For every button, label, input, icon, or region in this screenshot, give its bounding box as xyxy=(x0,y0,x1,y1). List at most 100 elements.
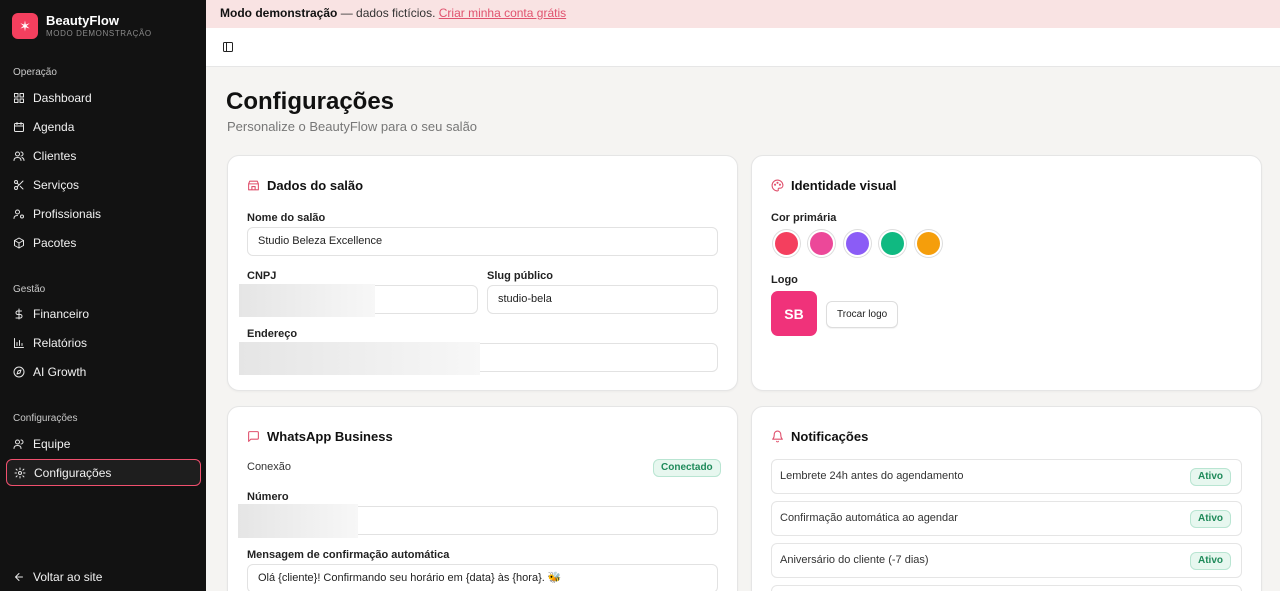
create-account-link[interactable]: Criar minha conta grátis xyxy=(439,6,566,20)
notification-label: Confirmação automática ao agendar xyxy=(780,512,958,524)
notification-status-badge[interactable]: Ativo xyxy=(1190,552,1231,570)
whatsapp-card-header: WhatsApp Business xyxy=(247,429,393,444)
notifications-card-header: Notificações xyxy=(771,429,868,444)
address-label: Endereço xyxy=(247,328,298,340)
salon-card: Dados do salão Nome do salão Studio Bele… xyxy=(227,155,738,391)
connection-label: Conexão xyxy=(247,461,292,473)
message-label: Mensagem de confirmação automática xyxy=(247,549,450,561)
app-name: BeautyFlow xyxy=(46,12,119,28)
brand[interactable]: ✶ BeautyFlow MODO DEMONSTRAÇÃO xyxy=(0,0,206,52)
notification-label: Lembrete 24h antes do agendamento xyxy=(780,470,964,482)
sidebar-item-profissionais[interactable]: Profissionais xyxy=(6,200,201,227)
banner-text: — dados fictícios. xyxy=(337,6,439,20)
sidebar-item-agenda[interactable]: Agenda xyxy=(6,113,201,140)
slug-input[interactable]: studio-bela xyxy=(487,285,718,314)
sidebar-item-configuracoes[interactable]: Configurações xyxy=(6,459,201,486)
compass-icon xyxy=(13,366,25,377)
notification-row[interactable]: Confirmação automática ao agendar Ativo xyxy=(771,501,1242,536)
users-icon xyxy=(13,439,24,449)
sidebar-item-label: Clientes xyxy=(33,148,77,163)
notification-row[interactable] xyxy=(771,585,1242,591)
sidebar-item-label: Equipe xyxy=(33,436,71,451)
salon-name-input[interactable]: Studio Beleza Excellence xyxy=(247,227,718,256)
palette-icon xyxy=(771,179,784,192)
visual-card-title: Identidade visual xyxy=(791,178,897,193)
slug-label: Slug público xyxy=(487,270,553,282)
cnpj-label: CNPJ xyxy=(247,270,277,282)
salon-logo: SB xyxy=(771,291,817,336)
color-swatch-purple[interactable] xyxy=(844,230,871,257)
notification-row[interactable]: Aniversário do cliente (-7 dias) Ativo xyxy=(771,543,1242,578)
salon-card-header: Dados do salão xyxy=(247,178,363,193)
notification-label: Aniversário do cliente (-7 dias) xyxy=(780,554,929,566)
color-swatch-orange[interactable] xyxy=(915,230,942,257)
sidebar-item-servicos[interactable]: Serviços xyxy=(6,171,201,198)
notification-status-badge[interactable]: Ativo xyxy=(1190,468,1231,486)
back-to-site-link[interactable]: Voltar ao site xyxy=(6,563,201,590)
color-swatch-pink[interactable] xyxy=(808,230,835,257)
bell-icon xyxy=(772,430,783,443)
sidebar-item-label: Agenda xyxy=(33,119,75,134)
sidebar-toggle-icon[interactable] xyxy=(222,41,234,53)
sidebar-item-label: Serviços xyxy=(33,177,80,192)
salon-name-label: Nome do salão xyxy=(247,212,326,224)
app-mode: MODO DEMONSTRAÇÃO xyxy=(46,28,152,38)
users-icon xyxy=(13,151,25,161)
banner-bold: Modo demonstração xyxy=(220,6,338,20)
back-label: Voltar ao site xyxy=(33,569,103,584)
message-icon xyxy=(248,431,259,442)
color-label: Cor primária xyxy=(771,212,837,224)
package-icon xyxy=(14,237,24,248)
store-icon xyxy=(248,180,259,191)
visual-card: Identidade visual Cor primária Logo SB T… xyxy=(751,155,1262,391)
sidebar-item-pacotes[interactable]: Pacotes xyxy=(6,229,201,256)
color-swatch-green[interactable] xyxy=(879,230,906,257)
topbar xyxy=(206,28,1280,67)
salon-card-title: Dados do salão xyxy=(267,178,364,193)
sidebar-item-relatorios[interactable]: Relatórios xyxy=(6,329,201,356)
arrow-left-icon xyxy=(15,572,23,581)
bar-chart-icon xyxy=(14,337,24,348)
sidebar-item-financeiro[interactable]: Financeiro xyxy=(6,300,201,327)
notification-row[interactable]: Lembrete 24h antes do agendamento Ativo xyxy=(771,459,1242,494)
redacted-number xyxy=(238,504,358,538)
logo-label: Logo xyxy=(771,274,798,286)
visual-card-header: Identidade visual xyxy=(771,178,896,193)
section-configuracoes: Configurações xyxy=(13,413,78,424)
sidebar-item-label: Pacotes xyxy=(33,235,77,250)
sidebar-item-dashboard[interactable]: Dashboard xyxy=(6,84,201,111)
redacted-address xyxy=(239,342,480,375)
sidebar-item-label: Profissionais xyxy=(33,206,102,221)
message-input[interactable]: Olá {cliente}! Confirmando seu horário e… xyxy=(247,564,718,591)
notifications-card-title: Notificações xyxy=(791,429,869,444)
color-swatch-red[interactable] xyxy=(773,230,800,257)
whatsapp-card-title: WhatsApp Business xyxy=(267,429,393,444)
sidebar-item-label: Financeiro xyxy=(33,306,90,321)
sidebar-item-label: Configurações xyxy=(34,465,112,480)
sidebar-item-ai-growth[interactable]: AI Growth xyxy=(6,358,201,385)
dollar-icon xyxy=(15,308,23,319)
section-operacao: Operação xyxy=(13,67,57,78)
page-title: Configurações xyxy=(226,88,395,115)
dashboard-icon xyxy=(14,92,24,103)
whatsapp-card: WhatsApp Business Conexão Conectado Núme… xyxy=(227,406,738,591)
notifications-card: Notificações Lembrete 24h antes do agend… xyxy=(751,406,1262,591)
change-logo-button[interactable]: Trocar logo xyxy=(826,301,899,328)
sparkles-icon: ✶ xyxy=(12,13,38,39)
page-subtitle: Personalize o BeautyFlow para o seu salã… xyxy=(227,119,478,134)
sidebar-item-label: AI Growth xyxy=(33,364,87,379)
gear-icon xyxy=(14,467,26,478)
sidebar-item-label: Dashboard xyxy=(33,90,92,105)
sidebar-item-equipe[interactable]: Equipe xyxy=(6,430,201,457)
notification-status-badge[interactable]: Ativo xyxy=(1190,510,1231,528)
calendar-icon xyxy=(14,121,24,132)
sidebar: ✶ BeautyFlow MODO DEMONSTRAÇÃO Operação … xyxy=(0,0,206,591)
connection-status-badge: Conectado xyxy=(653,459,721,477)
scissors-icon xyxy=(14,179,24,190)
demo-banner: Modo demonstração — dados fictícios. Cri… xyxy=(206,0,1280,28)
sidebar-item-clientes[interactable]: Clientes xyxy=(6,142,201,169)
redacted-cnpj xyxy=(239,284,375,317)
number-label: Número xyxy=(247,491,289,503)
user-cog-icon xyxy=(13,209,24,219)
sidebar-item-label: Relatórios xyxy=(33,335,88,350)
